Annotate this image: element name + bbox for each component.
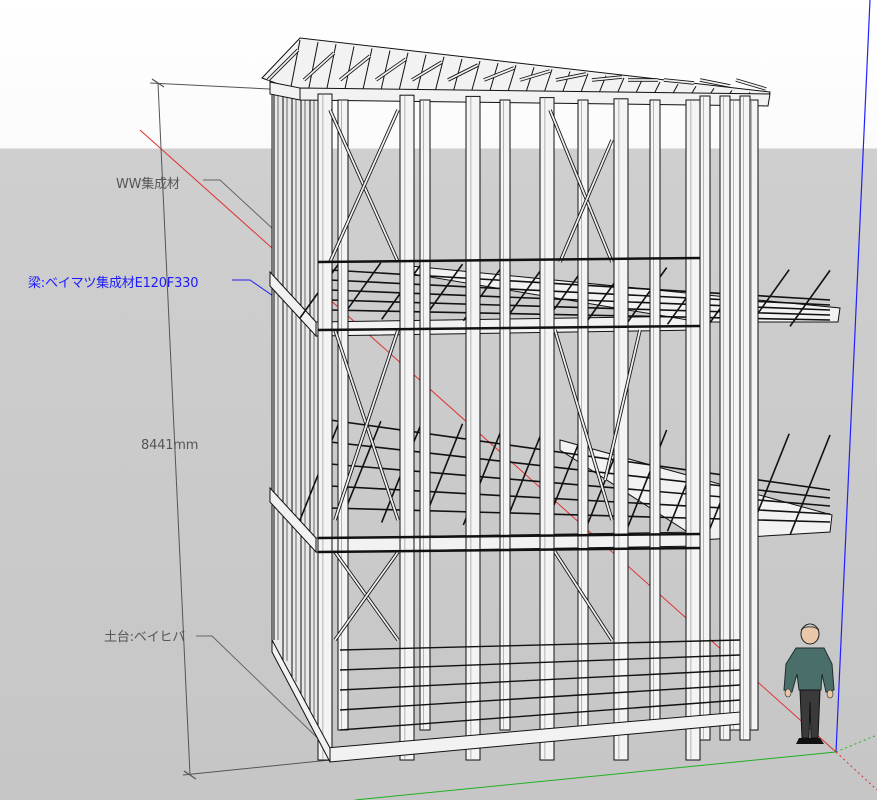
dimension-ext-bottom	[182, 759, 331, 776]
front-post	[685, 99, 701, 761]
front-post	[465, 95, 481, 761]
red-axis-dotted	[835, 751, 877, 791]
green-axis	[354, 751, 837, 800]
sill-spec-label[interactable]: 土台:ベイヒバ	[104, 626, 185, 645]
dimension-ext-top	[149, 82, 291, 91]
front-sill	[325, 711, 741, 763]
sketchup-viewport[interactable]: WW集成材 梁:ベイマツ集成材E120F330 8441mm 土台:ベイヒバ	[0, 0, 877, 800]
front-post	[317, 93, 333, 761]
height-dimension-label[interactable]: 8441mm	[141, 438, 198, 453]
figure-jacket	[783, 647, 835, 693]
right-post	[719, 95, 731, 741]
figure-hand-right	[826, 689, 834, 699]
right-post	[699, 95, 711, 741]
rear-post	[419, 99, 431, 731]
scale-figure[interactable]	[783, 623, 835, 744]
model-scene[interactable]	[0, 0, 877, 800]
brace-fill	[735, 79, 767, 90]
rear-post	[649, 99, 661, 731]
figure-hand-left	[784, 688, 792, 698]
ww-leader	[203, 179, 273, 229]
beam-spec-label[interactable]: 梁:ベイマツ集成材E120F330	[28, 272, 199, 291]
figure-legs	[799, 689, 821, 739]
timber-frame-model[interactable]	[261, 37, 841, 763]
green-axis-dotted	[835, 734, 877, 753]
figure-shoes	[796, 738, 824, 744]
front-post	[399, 94, 415, 761]
blue-axis	[835, 0, 871, 753]
right-post	[739, 95, 751, 741]
ww-glulam-label[interactable]: WW集成材	[116, 173, 180, 192]
front-post	[539, 97, 555, 761]
rear-post	[499, 99, 511, 731]
rear-post	[729, 99, 741, 731]
